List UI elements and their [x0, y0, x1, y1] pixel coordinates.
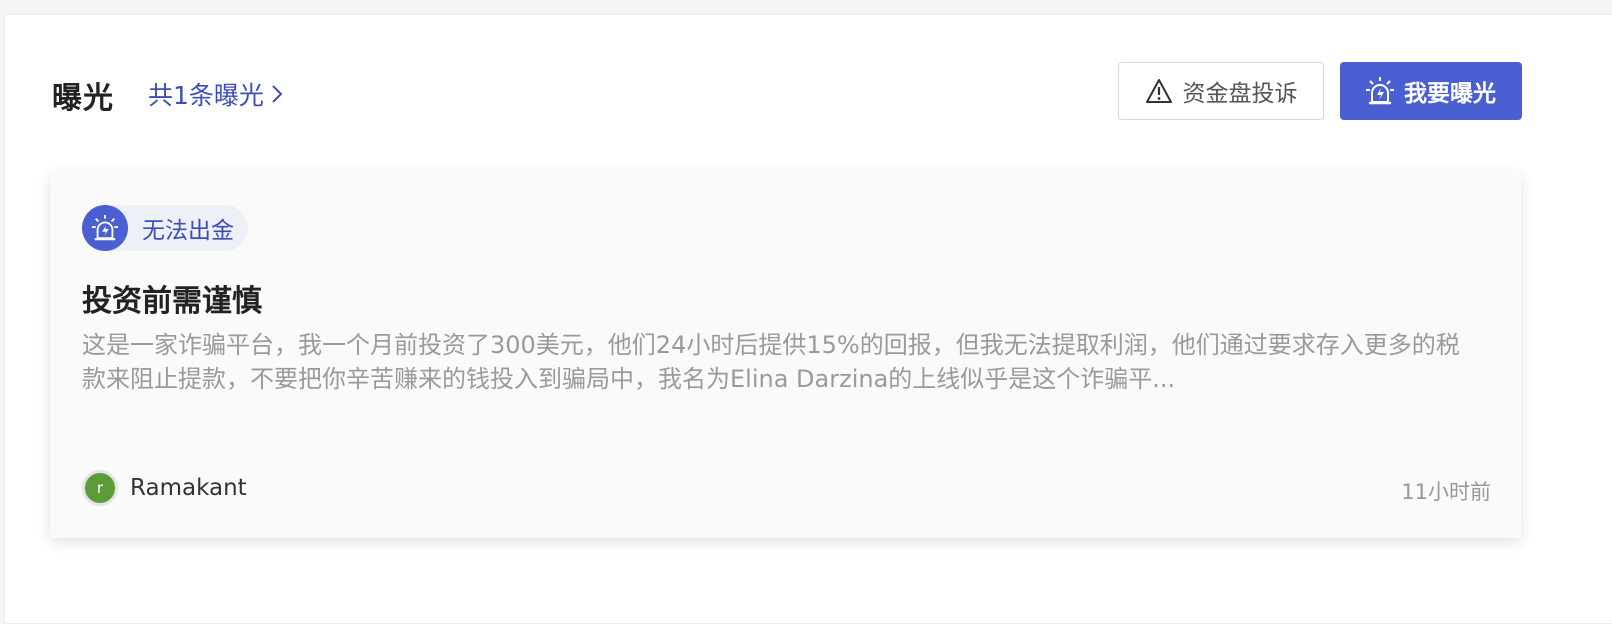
author[interactable]: r Ramakant [82, 470, 247, 506]
expose-button-label: 我要曝光 [1404, 81, 1496, 107]
author-name: Ramakant [130, 475, 247, 501]
alarm-siren-icon [1366, 77, 1394, 105]
avatar: r [82, 470, 118, 506]
category-tag: 无法出金 [82, 205, 248, 251]
card-title[interactable]: 投资前需谨慎 [82, 276, 262, 320]
exposure-card[interactable]: 无法出金 投资前需谨慎 这是一家诈骗平台，我一个月前投资了300美元，他们24小… [50, 172, 1521, 538]
complaint-button-label: 资金盘投诉 [1182, 81, 1298, 107]
category-tag-label: 无法出金 [142, 218, 234, 244]
warning-triangle-icon [1145, 79, 1172, 103]
post-time: 11小时前 [1401, 480, 1491, 504]
exposure-count-label: 共1条曝光 [148, 81, 264, 110]
section-title: 曝光 [52, 81, 114, 116]
expose-button[interactable]: 我要曝光 [1340, 62, 1522, 120]
exposure-header: 曝光 共1条曝光 资金盘投诉 我要曝光 [52, 62, 1612, 120]
chevron-right-icon [272, 85, 283, 103]
exposure-count-link[interactable]: 共1条曝光 [148, 76, 284, 112]
card-body: 这是一家诈骗平台，我一个月前投资了300美元，他们24小时后提供15%的回报，但… [82, 331, 1460, 393]
complaint-button[interactable]: 资金盘投诉 [1118, 62, 1324, 120]
alarm-siren-icon [82, 205, 128, 251]
